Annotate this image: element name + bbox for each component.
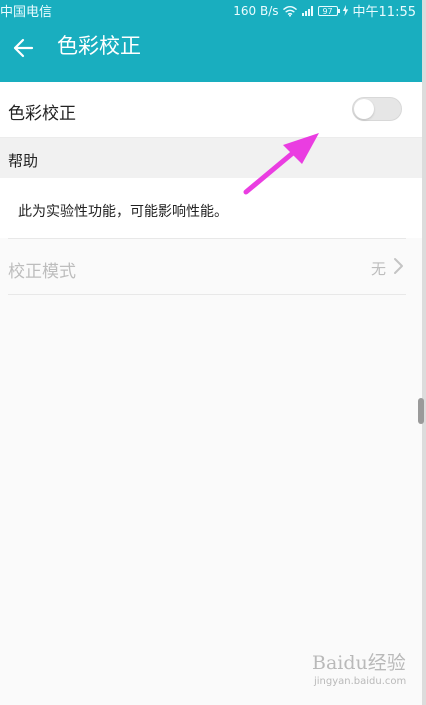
page-title: 色彩校正 <box>57 34 141 58</box>
chevron-right-icon <box>390 256 406 276</box>
correction-mode-row[interactable]: 校正模式 无 <box>0 239 422 294</box>
carrier-label: 中国电信 <box>0 5 53 20</box>
watermark-brand: Baidu经验 <box>312 652 406 674</box>
charging-icon <box>342 4 349 18</box>
status-time: 中午11:55 <box>352 5 416 20</box>
correction-mode-label: 校正模式 <box>8 262 76 282</box>
watermark-url: jingyan.baidu.com <box>314 676 407 687</box>
wifi-icon <box>282 4 297 18</box>
battery-level: 97 <box>322 6 333 16</box>
help-panel: 此为实验性功能，可能影响性能。 <box>0 178 422 238</box>
app-header: 中国电信 160 B/s 97 中午11:55 色彩校正 <box>0 0 422 82</box>
edge-strip <box>422 0 426 705</box>
network-speed: 160 B/s <box>233 3 279 18</box>
arrow-left-icon <box>13 38 34 58</box>
battery-icon: 97 <box>317 5 340 16</box>
help-section-title: 帮助 <box>8 152 39 170</box>
help-description: 此为实验性功能，可能影响性能。 <box>18 204 228 220</box>
status-right-group: 160 B/s 97 中午11:55 <box>233 1 416 21</box>
help-section-header: 帮助 <box>0 138 422 178</box>
divider <box>8 294 406 295</box>
watermark: Baidu经验 jingyan.baidu.com <box>298 646 406 694</box>
back-button[interactable] <box>6 31 40 65</box>
settings-screen: 中国电信 160 B/s 97 中午11:55 色彩校正 色彩校正 帮助 此为实… <box>0 0 422 705</box>
status-bar: 中国电信 160 B/s 97 中午11:55 <box>0 0 422 21</box>
toggle-knob <box>354 99 374 119</box>
scroll-handle[interactable] <box>418 398 424 424</box>
correction-mode-value: 无 <box>371 260 387 278</box>
color-correction-row[interactable]: 色彩校正 <box>0 82 422 138</box>
color-correction-label: 色彩校正 <box>8 104 76 124</box>
color-correction-toggle[interactable] <box>352 97 402 121</box>
signal-icon <box>301 4 314 18</box>
